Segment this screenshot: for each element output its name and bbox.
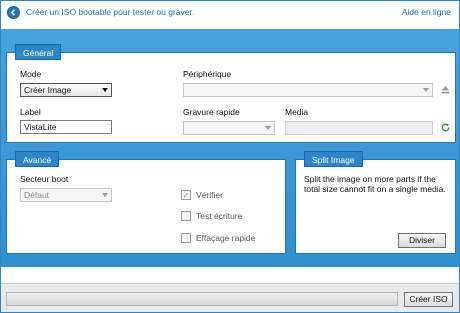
chevron-down-icon xyxy=(423,88,429,92)
test-write-checkbox[interactable]: Test écriture xyxy=(181,211,242,221)
header-bar: Créer un ISO bootable pour tester ou gra… xyxy=(1,1,459,29)
quick-erase-checkbox[interactable]: Effaçage rapide xyxy=(181,233,255,243)
checkbox-box: ✓ xyxy=(181,190,191,200)
status-text: État: Inactif xyxy=(9,270,52,280)
burn-speed-select[interactable] xyxy=(183,121,275,135)
quick-erase-checkbox-label: Effaçage rapide xyxy=(196,233,256,243)
checkbox-box xyxy=(181,211,191,221)
boot-sector-label: Secteur boot xyxy=(20,174,69,184)
mode-select[interactable]: Créer Image xyxy=(20,83,112,97)
chevron-down-icon xyxy=(102,88,108,92)
app-window: Créer un ISO bootable pour tester ou gra… xyxy=(0,0,460,313)
split-panel: Split Image Split the image on more part… xyxy=(295,151,456,254)
media-label: Media xyxy=(285,107,309,117)
chevron-down-icon xyxy=(265,126,271,130)
boot-sector-select[interactable]: Défaut xyxy=(20,188,112,202)
page-title: Créer un ISO bootable pour tester ou gra… xyxy=(26,7,195,17)
label-input[interactable]: VistaLite xyxy=(20,120,112,134)
help-link[interactable]: Aide en ligne xyxy=(402,7,451,17)
general-tab: Général xyxy=(15,44,62,60)
advanced-panel: Avancé Secteur boot Défaut ✓ Vérifier Te… xyxy=(6,151,286,254)
peripheral-label: Périphérique xyxy=(183,69,232,79)
progress-bar xyxy=(6,292,398,306)
label-input-value: VistaLite xyxy=(24,122,57,132)
general-panel: Général Mode Créer Image Périphérique La… xyxy=(6,44,456,143)
test-write-checkbox-label: Test écriture xyxy=(196,211,243,221)
footer-bar: Créer ISO xyxy=(1,283,459,312)
split-description: Split the image on more parts if the tot… xyxy=(304,174,446,194)
label-label: Label xyxy=(20,107,41,117)
boot-sector-select-value: Défaut xyxy=(24,190,50,200)
create-iso-button[interactable]: Créer ISO xyxy=(404,292,453,307)
chevron-down-icon xyxy=(102,193,108,197)
verify-checkbox-label: Vérifier xyxy=(196,190,223,200)
split-button[interactable]: Diviser xyxy=(398,233,446,248)
verify-checkbox[interactable]: ✓ Vérifier xyxy=(181,190,223,200)
media-input[interactable] xyxy=(285,121,433,135)
eject-icon[interactable] xyxy=(440,84,451,95)
refresh-icon[interactable] xyxy=(440,122,451,133)
advanced-tab: Avancé xyxy=(15,151,60,167)
content-area: Général Mode Créer Image Périphérique La… xyxy=(1,29,459,267)
peripheral-select[interactable] xyxy=(183,83,433,97)
mode-label: Mode xyxy=(20,69,42,79)
checkbox-box xyxy=(181,233,191,243)
back-arrow-icon xyxy=(10,9,15,16)
split-tab: Split Image xyxy=(304,151,363,167)
back-button[interactable] xyxy=(7,6,20,19)
mode-select-value: Créer Image xyxy=(24,85,72,95)
burn-speed-label: Gravure rapide xyxy=(183,107,240,117)
